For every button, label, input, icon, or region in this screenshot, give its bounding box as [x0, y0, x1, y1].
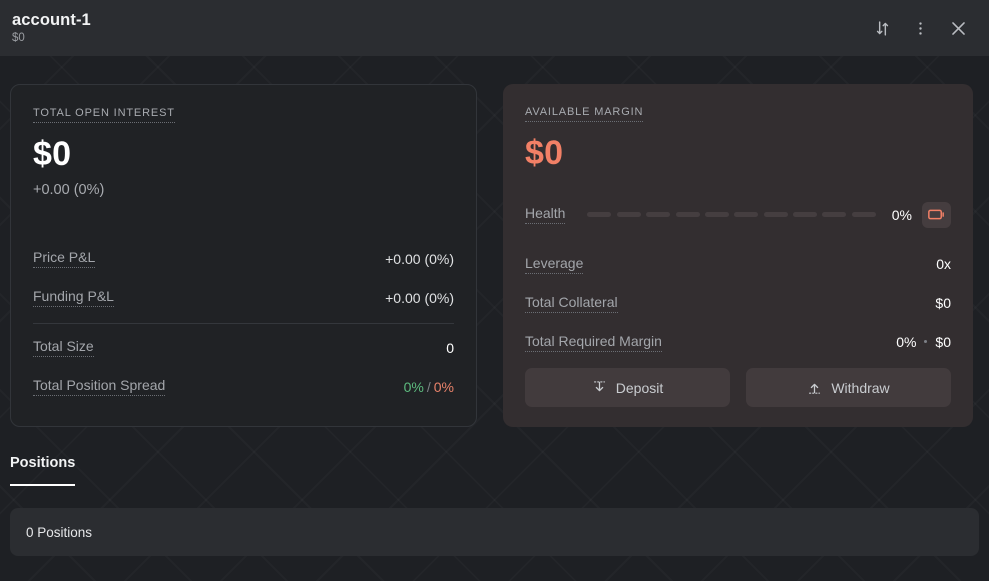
row-total-collateral-value: $0: [935, 295, 951, 312]
required-margin-amount: $0: [935, 334, 951, 351]
header-actions: [867, 13, 973, 43]
panel-header: account-1 $0: [0, 0, 989, 56]
available-margin-header: AVAILABLE MARGIN $0: [525, 102, 951, 173]
header-titles: account-1 $0: [10, 11, 867, 45]
row-total-size-value: 0: [446, 339, 454, 356]
row-total-required-margin-value: 0% $0: [896, 334, 951, 350]
health-segment: [646, 212, 671, 218]
available-margin-value: $0: [525, 133, 564, 172]
available-margin-label: AVAILABLE MARGIN: [525, 106, 644, 122]
total-open-interest-header: TOTAL OPEN INTEREST $0 +0.00 (0%): [33, 103, 454, 199]
health-segment: [675, 212, 700, 218]
available-margin-rows: Leverage 0x Total Collateral $0 Total Re…: [525, 245, 951, 362]
health-bar: [587, 212, 877, 218]
deposit-button-label: Deposit: [615, 379, 664, 396]
health-segment: [704, 212, 729, 218]
total-open-interest-value: $0: [33, 134, 72, 173]
tab-positions[interactable]: Positions: [10, 455, 76, 486]
withdraw-button-label: Withdraw: [831, 379, 890, 396]
value-separator-dot: [924, 340, 928, 344]
margin-actions: Deposit Withdraw: [525, 368, 951, 407]
more-vertical-icon[interactable]: [905, 13, 935, 43]
health-segment: [616, 212, 641, 218]
health-segment: [851, 212, 876, 218]
row-total-size-label: Total Size: [33, 338, 94, 358]
positions-empty-text: 0 Positions: [26, 524, 93, 540]
row-funding-pnl: Funding P&L +0.00 (0%): [33, 278, 454, 317]
row-total-required-margin: Total Required Margin 0% $0: [525, 323, 951, 362]
health-label: Health: [525, 205, 566, 225]
row-price-pnl-label: Price P&L: [33, 249, 96, 269]
open-interest-rows: Price P&L +0.00 (0%) Funding P&L +0.00 (…: [33, 239, 454, 406]
account-value: $0: [12, 32, 25, 44]
total-open-interest-card: TOTAL OPEN INTEREST $0 +0.00 (0%) Price …: [10, 84, 477, 427]
spread-negative: 0%: [433, 378, 454, 395]
row-leverage-label: Leverage: [525, 255, 584, 274]
row-price-pnl-value: +0.00 (0%): [385, 250, 454, 267]
health-segment: [763, 212, 788, 218]
health-row: Health 0%: [525, 195, 951, 235]
spread-positive: 0%: [403, 378, 424, 395]
positions-panel: 0 Positions: [10, 508, 979, 556]
withdraw-button[interactable]: Withdraw: [746, 368, 951, 407]
row-total-collateral-label: Total Collateral: [525, 294, 618, 313]
spread-separator: /: [426, 378, 431, 395]
card-divider: [33, 323, 454, 324]
row-total-position-spread-value: 0%/0%: [404, 379, 454, 395]
health-percent: 0%: [891, 206, 912, 223]
total-open-interest-delta: +0.00 (0%): [33, 181, 105, 198]
panel-content: TOTAL OPEN INTEREST $0 +0.00 (0%) Price …: [0, 56, 989, 427]
row-total-collateral: Total Collateral $0: [525, 284, 951, 323]
health-segment: [792, 212, 817, 218]
deposit-button[interactable]: Deposit: [525, 368, 730, 407]
row-total-position-spread-label: Total Position Spread: [33, 377, 166, 397]
close-icon[interactable]: [943, 13, 973, 43]
row-funding-pnl-value: +0.00 (0%): [385, 289, 454, 306]
health-segment: [822, 212, 847, 218]
row-price-pnl: Price P&L +0.00 (0%): [33, 239, 454, 278]
row-funding-pnl-label: Funding P&L: [33, 288, 114, 308]
arrow-down-to-line-icon: [592, 380, 607, 395]
row-leverage-value: 0x: [936, 256, 951, 273]
row-total-position-spread: Total Position Spread 0%/0%: [33, 367, 454, 406]
available-margin-card: AVAILABLE MARGIN $0 Health 0% Leverage 0…: [503, 84, 973, 427]
total-open-interest-label: TOTAL OPEN INTEREST: [33, 107, 175, 123]
account-panel: account-1 $0 TOTAL OPEN INTEREST $0 +0.0…: [0, 0, 989, 581]
tab-bar: Positions: [0, 455, 989, 486]
row-leverage: Leverage 0x: [525, 245, 951, 284]
row-total-size: Total Size 0: [33, 328, 454, 367]
required-margin-percent: 0%: [896, 334, 917, 351]
arrow-up-from-line-icon: [807, 380, 822, 395]
health-segment: [587, 212, 612, 218]
summary-cards: TOTAL OPEN INTEREST $0 +0.00 (0%) Price …: [10, 84, 979, 427]
health-segment: [734, 212, 759, 218]
battery-empty-icon[interactable]: [922, 201, 951, 228]
sort-transfer-icon[interactable]: [867, 13, 897, 43]
row-total-required-margin-label: Total Required Margin: [525, 333, 662, 352]
account-name: account-1: [12, 11, 91, 29]
